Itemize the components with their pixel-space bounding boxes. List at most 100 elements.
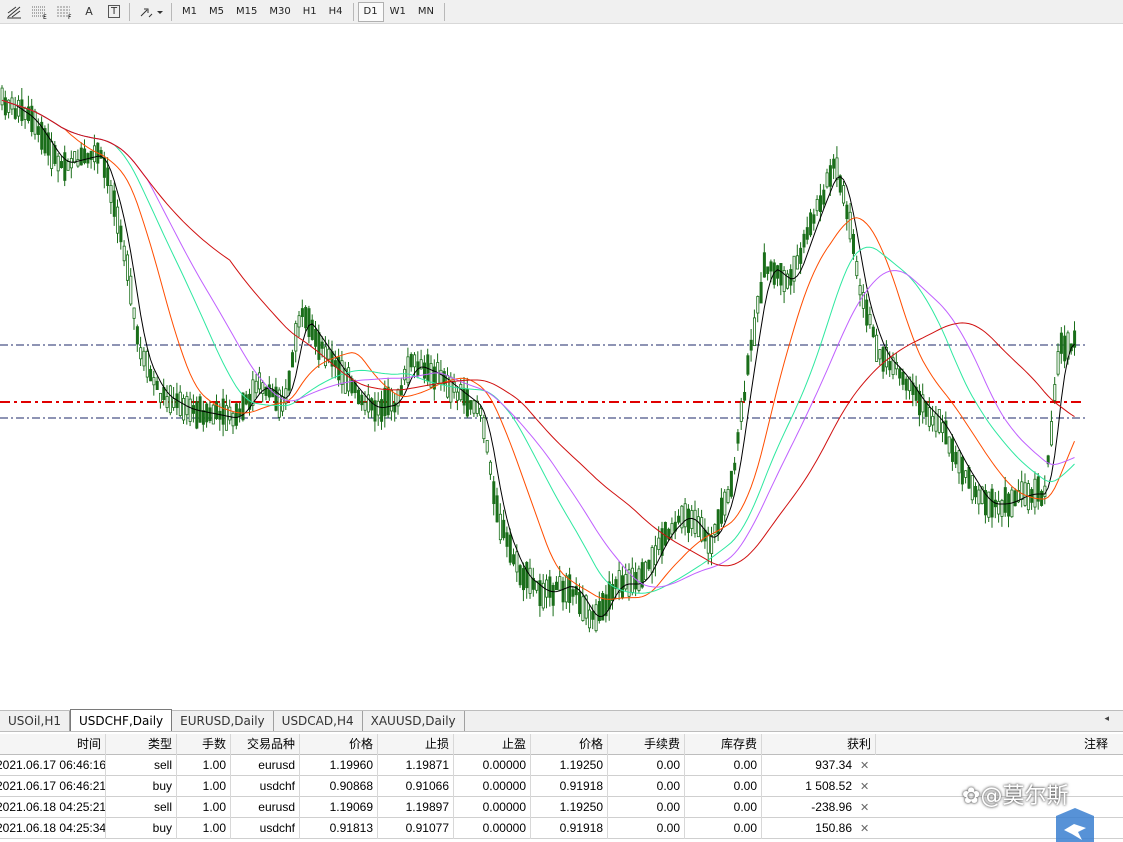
candle-body <box>528 567 532 594</box>
fibonacci-tool-icon[interactable]: E <box>28 2 50 22</box>
candle-body <box>700 517 704 542</box>
svg-text:E: E <box>43 14 47 19</box>
timeframe-m1[interactable]: M1 <box>176 2 203 22</box>
cell-tp: 0.00000 <box>454 818 531 839</box>
text-tool-icon[interactable]: A <box>78 2 100 22</box>
close-position-icon[interactable]: ✕ <box>860 755 872 776</box>
price-chart[interactable] <box>0 24 1123 710</box>
text-label-tool-icon[interactable]: T <box>103 2 125 22</box>
table-row[interactable]: 2021.06.17 06:46:16 sell 1.00 eurusd 1.1… <box>0 755 1123 776</box>
table-row[interactable]: 2021.06.18 04:25:21 sell 1.00 eurusd 1.1… <box>0 797 1123 818</box>
candle-body <box>518 565 522 586</box>
timeframe-mn[interactable]: MN <box>412 2 440 22</box>
close-position-icon[interactable]: ✕ <box>860 818 872 839</box>
cell-symbol: usdchf <box>231 818 300 839</box>
text-label-glyph: T <box>107 5 121 18</box>
tab-scroll-left-icon[interactable]: ◂ <box>1104 714 1109 724</box>
candle-body <box>564 575 568 603</box>
candle-body <box>954 451 958 465</box>
close-position-icon[interactable]: ✕ <box>860 797 872 818</box>
timeframe-w1[interactable]: W1 <box>384 2 412 22</box>
moving-average-fast-line <box>1 99 1075 618</box>
tab-usdcad-h4[interactable]: USDCAD,H4 <box>274 711 363 731</box>
arrows-dropdown-icon[interactable] <box>137 2 167 22</box>
close-position-icon[interactable]: ✕ <box>860 776 872 797</box>
col-header-type[interactable]: 类型 <box>106 734 177 755</box>
timeframe-selector: M1 M5 M15 M30 H1 H4 D1 W1 MN <box>176 1 449 22</box>
candle-body <box>195 401 199 429</box>
candle-body <box>987 491 991 518</box>
table-row[interactable]: 2021.06.17 06:46:21 buy 1.00 usdchf 0.90… <box>0 776 1123 797</box>
candle-body <box>488 461 492 475</box>
candle-body <box>63 152 67 181</box>
col-header-time[interactable]: 时间 <box>0 734 106 755</box>
candle-body <box>221 398 225 425</box>
candle-body <box>756 296 760 314</box>
candle-body <box>66 161 70 171</box>
timeframe-m5[interactable]: M5 <box>203 2 230 22</box>
tab-xauusd-daily[interactable]: XAUUSD,Daily <box>363 711 465 731</box>
timeframe-h1[interactable]: H1 <box>297 2 323 22</box>
col-header-sl[interactable]: 止损 <box>378 734 454 755</box>
col-header-cur-price[interactable]: 价格 <box>531 734 608 755</box>
grid-lines-tool-icon[interactable] <box>3 2 25 22</box>
candle-body <box>558 576 562 591</box>
candle-body <box>832 158 836 169</box>
table-header: 时间 类型 手数 交易品种 价格 止损 止盈 价格 手续费 库存费 获利 注释 <box>0 734 1123 755</box>
candle-body <box>555 581 559 591</box>
candle-body <box>0 87 4 106</box>
candle-body <box>132 307 136 319</box>
timeframe-m30[interactable]: M30 <box>263 2 296 22</box>
candlesticks <box>0 85 1077 633</box>
col-header-price[interactable]: 价格 <box>300 734 378 755</box>
tab-eurusd-daily[interactable]: EURUSD,Daily <box>172 711 274 731</box>
cell-type: buy <box>106 818 177 839</box>
col-header-commission[interactable]: 手续费 <box>608 734 685 755</box>
col-header-comment[interactable]: 注释 <box>876 734 1112 755</box>
candle-body <box>551 585 555 606</box>
candle-body <box>455 391 459 401</box>
col-header-profit[interactable]: 获利 <box>762 734 876 755</box>
candle-body <box>60 161 64 168</box>
cell-symbol: usdchf <box>231 776 300 797</box>
cell-commission: 0.00 <box>608 755 685 776</box>
candle-body <box>809 212 813 236</box>
timeframe-h4[interactable]: H4 <box>323 2 349 22</box>
candle-body <box>36 126 40 135</box>
fibonacci-fan-tool-icon[interactable]: F <box>53 2 75 22</box>
candle-body <box>650 547 654 573</box>
candle-body <box>858 285 862 296</box>
tab-usoil-h1[interactable]: USOil,H1 <box>0 711 70 731</box>
candle-body <box>290 352 294 368</box>
cell-tp: 0.00000 <box>454 755 531 776</box>
col-header-swap[interactable]: 库存费 <box>685 734 762 755</box>
candle-body <box>842 185 846 204</box>
candle-body <box>957 450 961 474</box>
tab-usdchf-daily[interactable]: USDCHF,Daily <box>70 709 173 731</box>
candle-body <box>931 415 935 426</box>
timeframe-d1[interactable]: D1 <box>357 1 384 22</box>
col-header-symbol[interactable]: 交易品种 <box>231 734 300 755</box>
candle-body <box>723 491 727 516</box>
col-header-tp[interactable]: 止盈 <box>454 734 531 755</box>
timeframe-m15[interactable]: M15 <box>230 2 263 22</box>
candle-body <box>201 410 205 425</box>
candle-body <box>515 551 519 573</box>
candle-body <box>799 247 803 264</box>
chart-tabs: USOil,H1 USDCHF,Daily EURUSD,Daily USDCA… <box>0 709 1123 732</box>
col-header-lots[interactable]: 手数 <box>177 734 231 755</box>
chart-canvas[interactable] <box>0 24 1123 710</box>
candle-body <box>205 403 209 423</box>
cell-price: 1.19960 <box>300 755 378 776</box>
candle-body <box>116 206 120 234</box>
cell-cur-price: 1.19250 <box>531 797 608 818</box>
cell-price: 1.19069 <box>300 797 378 818</box>
candle-body <box>597 601 601 622</box>
cell-symbol: eurusd <box>231 797 300 818</box>
candle-body <box>1020 481 1024 500</box>
moving-average-teal-line <box>1 99 1075 594</box>
candle-body <box>779 263 783 286</box>
candle-body <box>356 389 360 405</box>
candle-body <box>56 155 60 172</box>
table-row[interactable]: 2021.06.18 04:25:34 buy 1.00 usdchf 0.91… <box>0 818 1123 839</box>
